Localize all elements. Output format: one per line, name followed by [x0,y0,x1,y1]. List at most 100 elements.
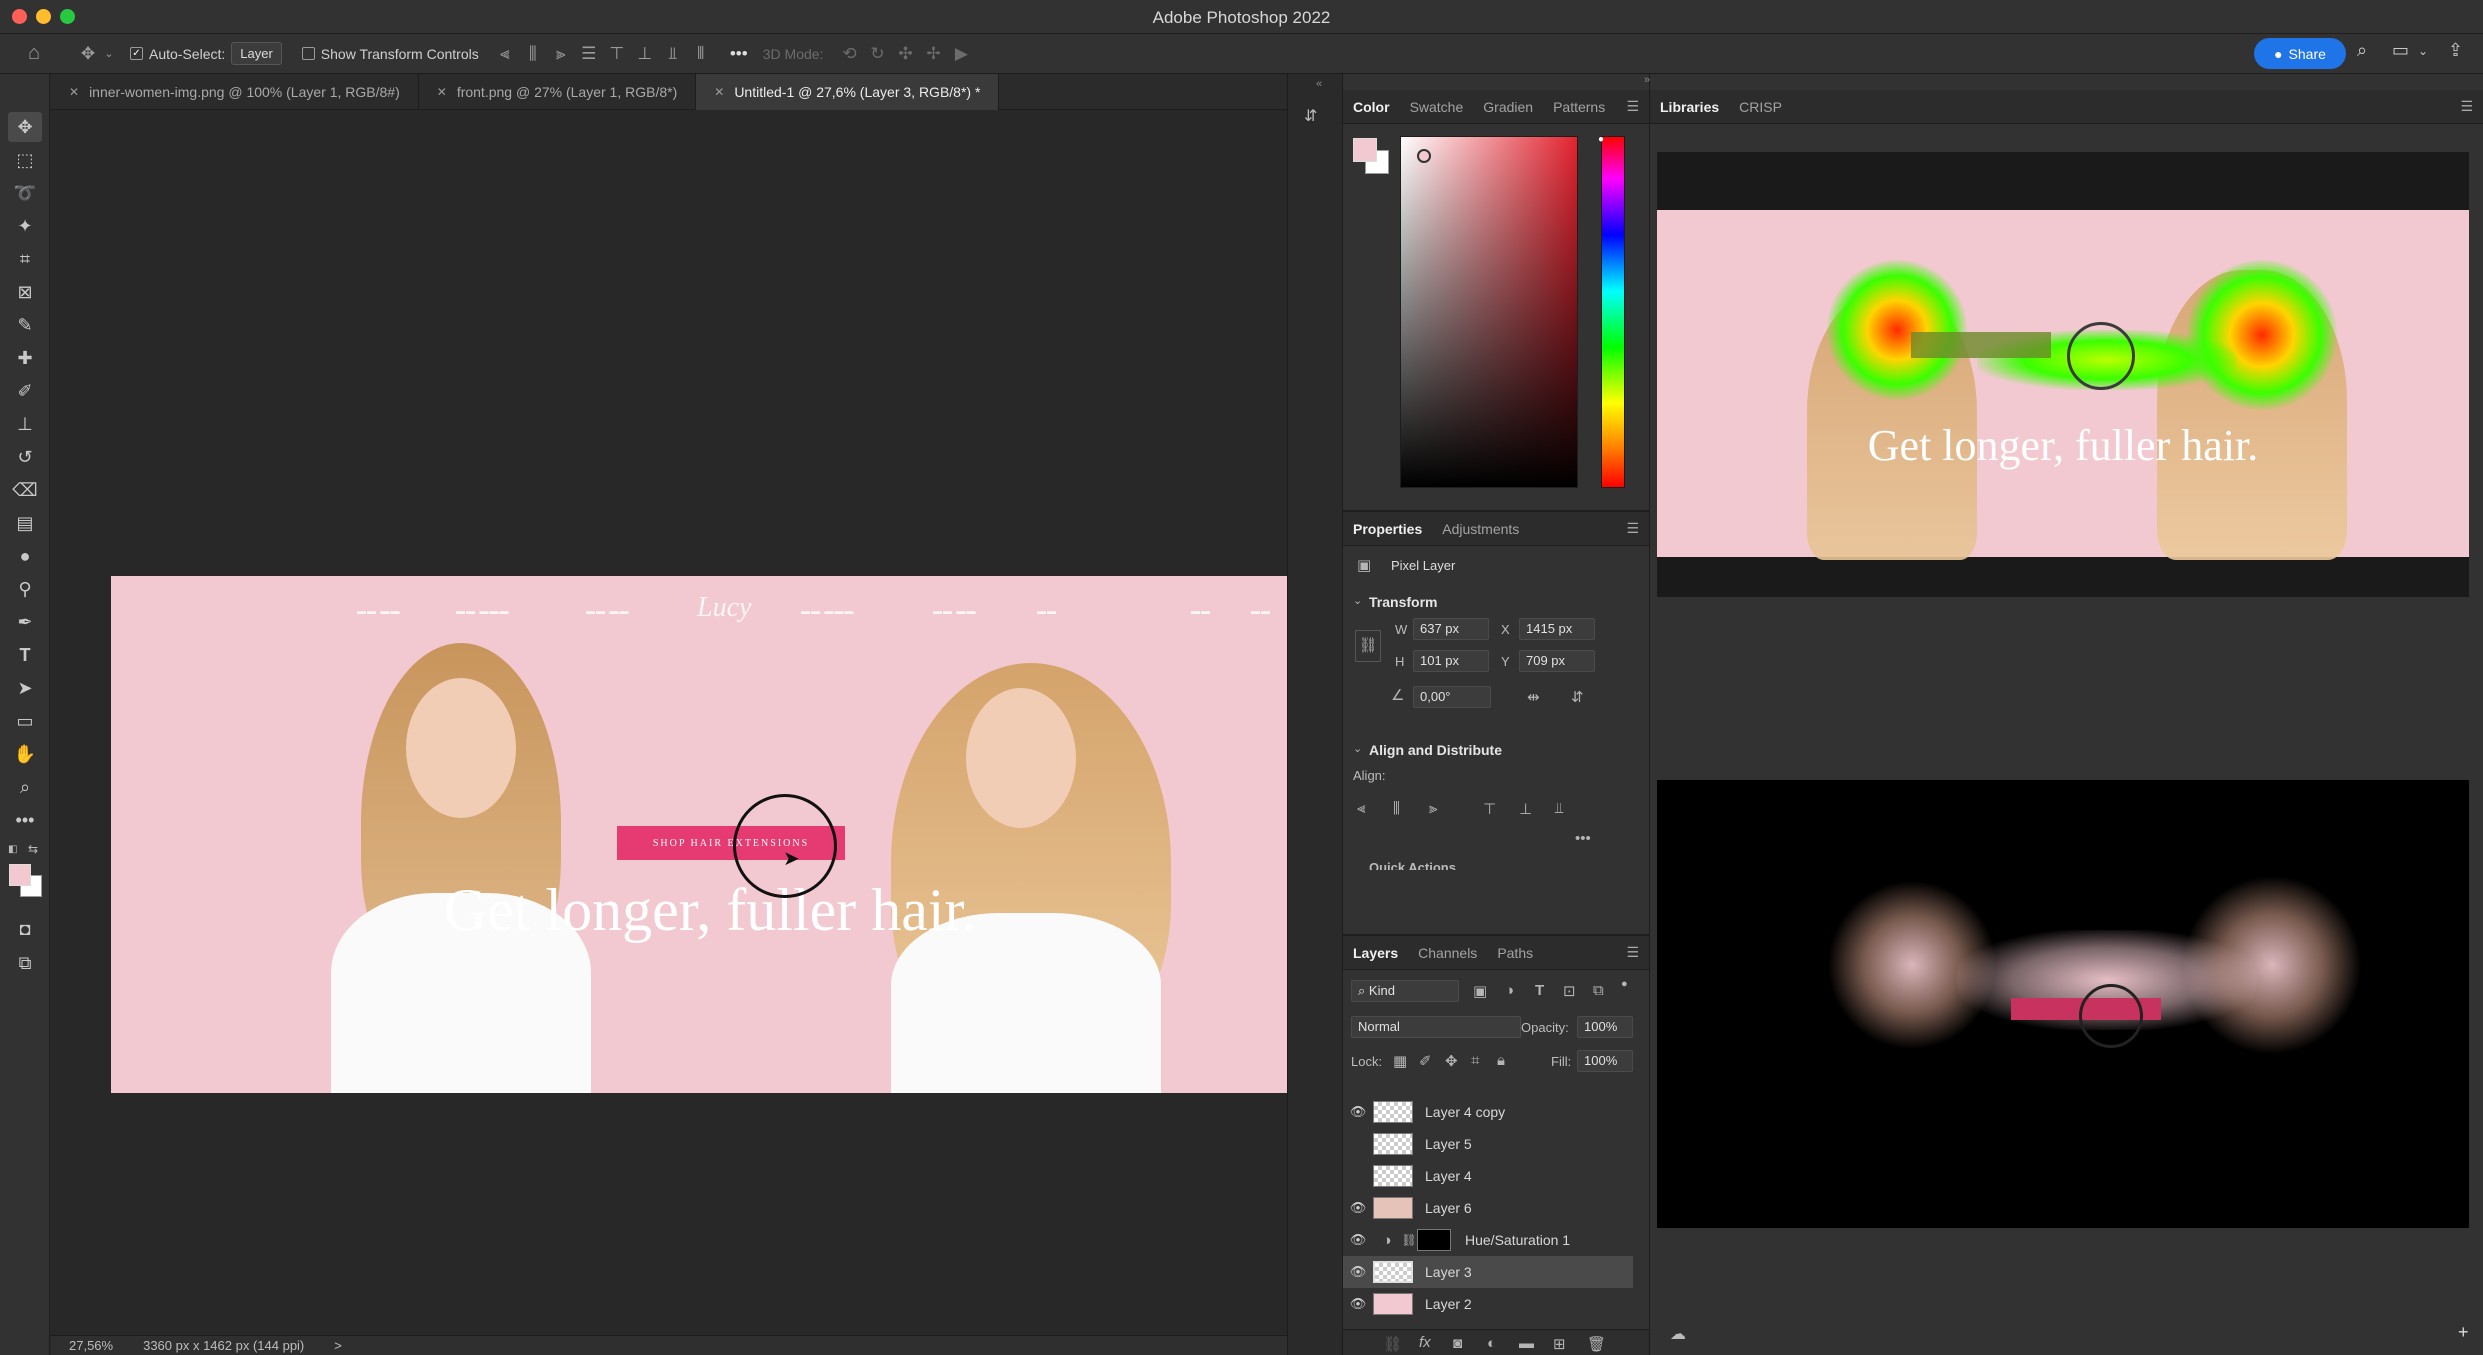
layer-filter-dropdown[interactable]: ⌕ Kind [1351,980,1459,1002]
filter-type-icon[interactable]: T [1535,982,1544,999]
tab-crisp[interactable]: CRISP [1729,99,1792,115]
path-selection-icon[interactable]: ➤ [8,673,42,703]
close-tab-icon[interactable]: ✕ [69,85,79,99]
tab-untitled-1[interactable]: ✕ Untitled-1 @ 27,6% (Layer 3, RGB/8*) * [696,74,1000,110]
layer-row[interactable]: Layer 4 [1343,1160,1633,1192]
status-expand-arrow[interactable]: > [334,1338,342,1353]
filter-pixel-icon[interactable]: ▣ [1473,982,1487,1000]
align-center-icon[interactable]: ⫼ [519,44,547,64]
cloud-sync-icon[interactable]: ☁ [1670,1324,1686,1344]
filter-toggle-icon[interactable]: ● [1621,978,1628,990]
auto-select-checkbox[interactable]: ✓ [130,47,143,60]
heatmap-preview-image[interactable]: Get longer, fuller hair. [1657,152,2469,597]
marquee-tool-icon[interactable]: ⬚ [8,145,42,175]
tab-patterns[interactable]: Patterns [1543,99,1615,115]
chevron-down-icon[interactable]: ⌄ [1353,742,1362,755]
search-icon[interactable]: ⌕ [2357,40,2367,61]
distribute-icon[interactable]: ☰ [575,44,603,64]
magic-wand-icon[interactable]: ✦ [8,211,42,241]
stamp-tool-icon[interactable]: ⊥ [8,409,42,439]
pen-tool-icon[interactable]: ✒ [8,607,42,637]
opacity-field[interactable]: 100% [1577,1016,1633,1038]
align-vertical-centers-icon[interactable]: ⊥ [1519,800,1532,818]
type-tool-icon[interactable]: T [8,640,42,670]
align-bottom-edges-icon[interactable]: ⫫ [1555,800,1563,817]
new-layer-icon[interactable]: ⊞ [1553,1335,1566,1353]
eye-icon[interactable]: 👁︎ [1343,1264,1373,1280]
gradient-tool-icon[interactable]: ▤ [8,508,42,538]
align-left-icon[interactable]: ⫷ [491,44,519,64]
more-align-options-icon[interactable]: ••• [1575,830,1591,847]
history-panel-icon[interactable]: ⇵ [1304,106,1317,126]
tab-properties[interactable]: Properties [1343,521,1432,537]
swap-colors-icon[interactable]: ⇆ [28,842,38,856]
layer-row[interactable]: Layer 5 [1343,1128,1633,1160]
attention-map-preview[interactable] [1657,780,2469,1228]
tab-swatches[interactable]: Swatche [1400,99,1474,115]
brush-tool-icon[interactable]: ✐ [8,376,42,406]
tab-gradients[interactable]: Gradien [1473,99,1543,115]
eye-icon[interactable]: 👁︎ [1343,1104,1373,1120]
healing-brush-icon[interactable]: ✚ [8,343,42,373]
add-mask-icon[interactable]: ◙ [1453,1335,1462,1352]
foreground-color-swatch[interactable] [9,864,31,886]
zoom-level[interactable]: 27,56% [69,1338,113,1353]
align-top-icon[interactable]: ⊤ [603,44,631,64]
new-group-icon[interactable]: ▬ [1519,1335,1534,1352]
quick-mask-icon[interactable]: ◘ [8,914,42,944]
lock-transparent-icon[interactable]: ▦ [1393,1052,1407,1070]
zoom-tool-icon[interactable]: ⌕ [8,772,42,802]
artboard-image[interactable]: ▬▬ ▬▬ ▬▬ ▬▬▬ ▬▬ ▬▬ Lucy ▬▬ ▬▬▬ ▬▬ ▬▬ ▬▬ … [111,576,1309,1093]
auto-select-dropdown[interactable]: Layer [231,42,282,65]
trash-icon[interactable]: 🗑︎ [1587,1335,1606,1353]
blend-mode-dropdown[interactable]: Normal [1351,1016,1521,1038]
tab-libraries[interactable]: Libraries [1650,99,1729,115]
tab-paths[interactable]: Paths [1487,945,1543,961]
tab-adjustments[interactable]: Adjustments [1432,521,1529,537]
link-dimensions-icon[interactable]: ⛓ [1355,630,1381,662]
eye-icon[interactable]: 👁︎ [1343,1232,1373,1248]
color-picker-handle[interactable] [1417,149,1431,163]
panel-menu-icon[interactable]: ☰ [1626,98,1639,115]
tab-front[interactable]: ✕ front.png @ 27% (Layer 1, RGB/8*) [419,74,697,110]
collapse-panel-icon[interactable]: » [1644,74,1650,86]
height-field[interactable]: 101 px [1413,650,1489,672]
flip-vertical-icon[interactable]: ⇵ [1571,688,1584,706]
fx-icon[interactable]: fx [1419,1334,1431,1351]
auto-select-option[interactable]: ✓ Auto-Select: Layer [130,42,282,65]
history-brush-icon[interactable]: ↺ [8,442,42,472]
dodge-tool-icon[interactable]: ⚲ [8,574,42,604]
distribute-spacing-icon[interactable]: ⫴ [687,44,715,64]
layer-row[interactable]: 👁︎ ◑ ⛓ Hue/Saturation 1 [1343,1224,1633,1256]
lasso-tool-icon[interactable]: ➰ [8,178,42,208]
link-layers-icon[interactable]: ⛓ [1383,1335,1402,1353]
chain-link-icon[interactable]: ⛓ [1401,1233,1417,1247]
move-tool-icon[interactable]: ✥ [74,44,102,64]
canvas-area[interactable]: ▬▬ ▬▬ ▬▬ ▬▬▬ ▬▬ ▬▬ Lucy ▬▬ ▬▬▬ ▬▬ ▬▬ ▬▬ … [51,110,1309,1335]
filter-shape-icon[interactable]: ⊡ [1563,982,1576,1000]
align-right-icon[interactable]: ⫸ [547,44,575,64]
close-tab-icon[interactable]: ✕ [437,85,447,99]
y-position-field[interactable]: 709 px [1519,650,1595,672]
chevron-down-icon[interactable]: ⌄ [102,47,116,60]
blur-tool-icon[interactable]: ● [8,541,42,571]
home-icon[interactable]: ⌂ [20,42,48,65]
lock-all-icon[interactable]: 🔒︎ [1497,1052,1505,1069]
show-transform-checkbox[interactable] [301,47,315,60]
width-field[interactable]: 637 px [1413,618,1489,640]
hue-slider-handle[interactable]: ● [1598,134,1604,145]
align-top-edges-icon[interactable]: ⊤ [1483,800,1496,818]
lock-pixels-icon[interactable]: ✐ [1419,1052,1432,1070]
align-horizontal-centers-icon[interactable]: ⫼ [1393,800,1400,817]
hand-tool-icon[interactable]: ✋ [8,739,42,769]
chevron-down-icon[interactable]: ⌄ [1353,594,1362,607]
eye-icon[interactable]: 👁︎ [1343,1200,1373,1216]
tab-layers[interactable]: Layers [1343,945,1408,961]
new-adjustment-icon[interactable]: ◐ [1487,1335,1496,1352]
angle-field[interactable]: 0,00° [1413,686,1491,708]
align-right-edges-icon[interactable]: ⫸ [1429,800,1437,817]
layer-mask-thumbnail[interactable] [1417,1229,1451,1251]
filter-smart-object-icon[interactable]: ⧉ [1593,982,1604,999]
share-document-icon[interactable]: ⇪ [2448,40,2463,61]
saturation-value-picker[interactable] [1400,136,1578,488]
